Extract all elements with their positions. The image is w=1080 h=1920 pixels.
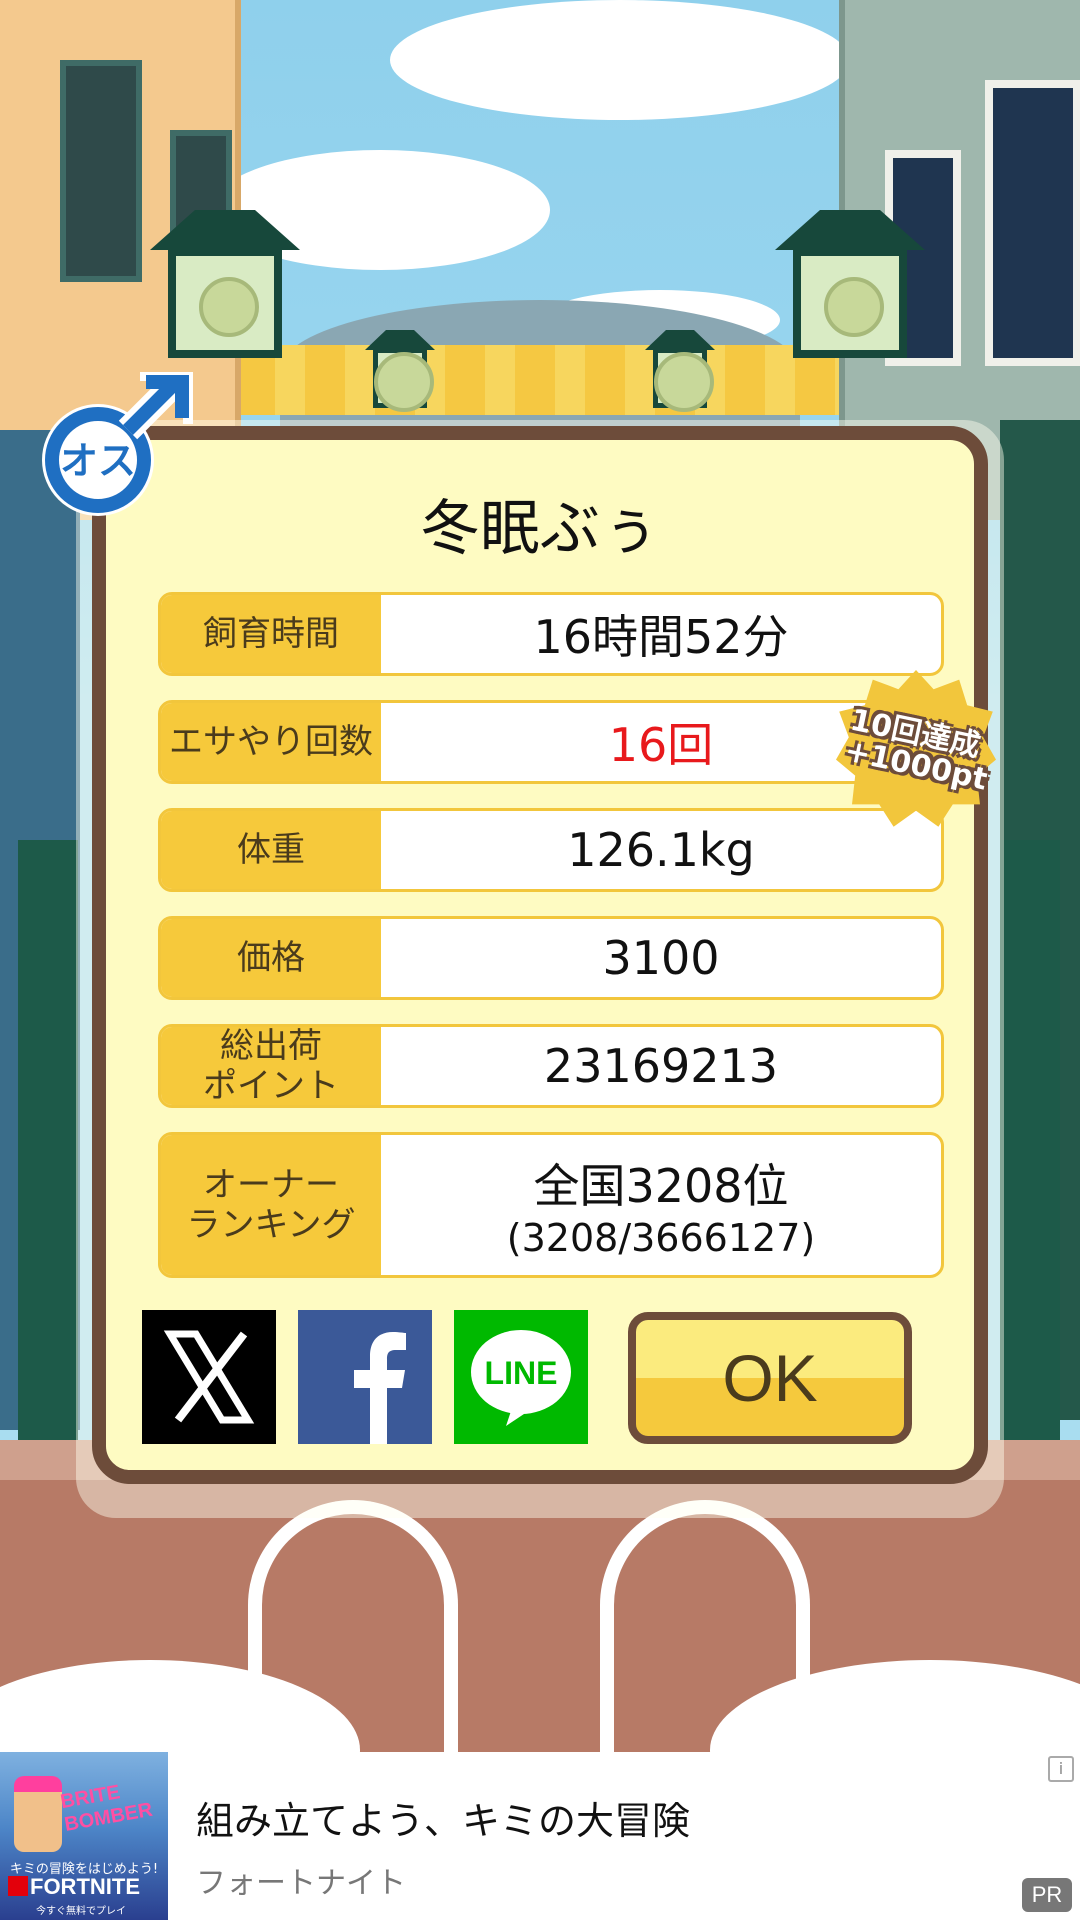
x-logo-icon [163,1330,255,1424]
stat-label: オーナー ランキング [161,1135,381,1275]
result-dialog: 冬眠ぶぅ 飼育時間 16時間52分 エサやり回数 16回 体重 126.1kg … [92,426,996,1484]
ad-image[interactable]: BRITE BOMBER キミの冒険をはじめよう! FORTNITE 今すぐ無料… [0,1752,168,1920]
line-logo-icon: LINE [471,1330,571,1426]
male-gender-icon: オス [36,370,196,532]
ok-button[interactable]: OK [628,1312,912,1444]
ad-image-title: BRITE BOMBER [58,1781,155,1836]
pet-name: 冬眠ぶぅ [420,494,660,564]
ad-advertiser: フォートナイト [196,1866,406,1901]
stat-value: 23169213 [543,1039,779,1093]
ad-info-icon[interactable]: i [1048,1756,1074,1782]
ad-image-cta: 今すぐ無料でプレイ [36,1906,126,1917]
svg-text:オス: オス [60,439,136,483]
stat-row-price: 価格 3100 [158,916,944,1000]
svg-text:LINE: LINE [485,1355,558,1391]
achievement-badge: 10回達成 +1000pt [836,670,996,830]
share-x-button[interactable] [142,1310,276,1444]
stat-value-group: 全国3208位 (3208/3666127) [381,1135,941,1275]
stat-value: 16時間52分 [533,610,789,664]
character-icon [14,1776,62,1852]
stat-value: 3100 [602,931,720,985]
facebook-logo-icon [354,1332,406,1444]
share-line-button[interactable]: LINE [454,1310,588,1444]
stat-label: エサやり回数 [161,703,381,781]
ad-image-brand: FORTNITE [30,1874,140,1899]
stat-label: 総出荷 ポイント [161,1027,381,1105]
share-facebook-button[interactable] [298,1310,432,1444]
ad-title[interactable]: 組み立てよう、キミの大冒険 [196,1790,690,1845]
stat-label: 飼育時間 [161,595,381,673]
stat-label: 体重 [161,811,381,889]
ad-pr-badge: PR [1022,1878,1072,1912]
stat-row-total-points: 総出荷 ポイント 23169213 [158,1024,944,1108]
lego-logo-icon [8,1876,28,1896]
stat-row-weight: 体重 126.1kg [158,808,944,892]
ranking-value: 全国3208位 [533,1159,789,1213]
stat-row-breeding-time: 飼育時間 16時間52分 [158,592,944,676]
ad-banner[interactable]: BRITE BOMBER キミの冒険をはじめよう! FORTNITE 今すぐ無料… [0,1752,1080,1920]
stat-label: 価格 [161,919,381,997]
ranking-detail: (3208/3666127) [506,1216,816,1260]
stat-row-owner-ranking: オーナー ランキング 全国3208位 (3208/3666127) [158,1132,944,1278]
